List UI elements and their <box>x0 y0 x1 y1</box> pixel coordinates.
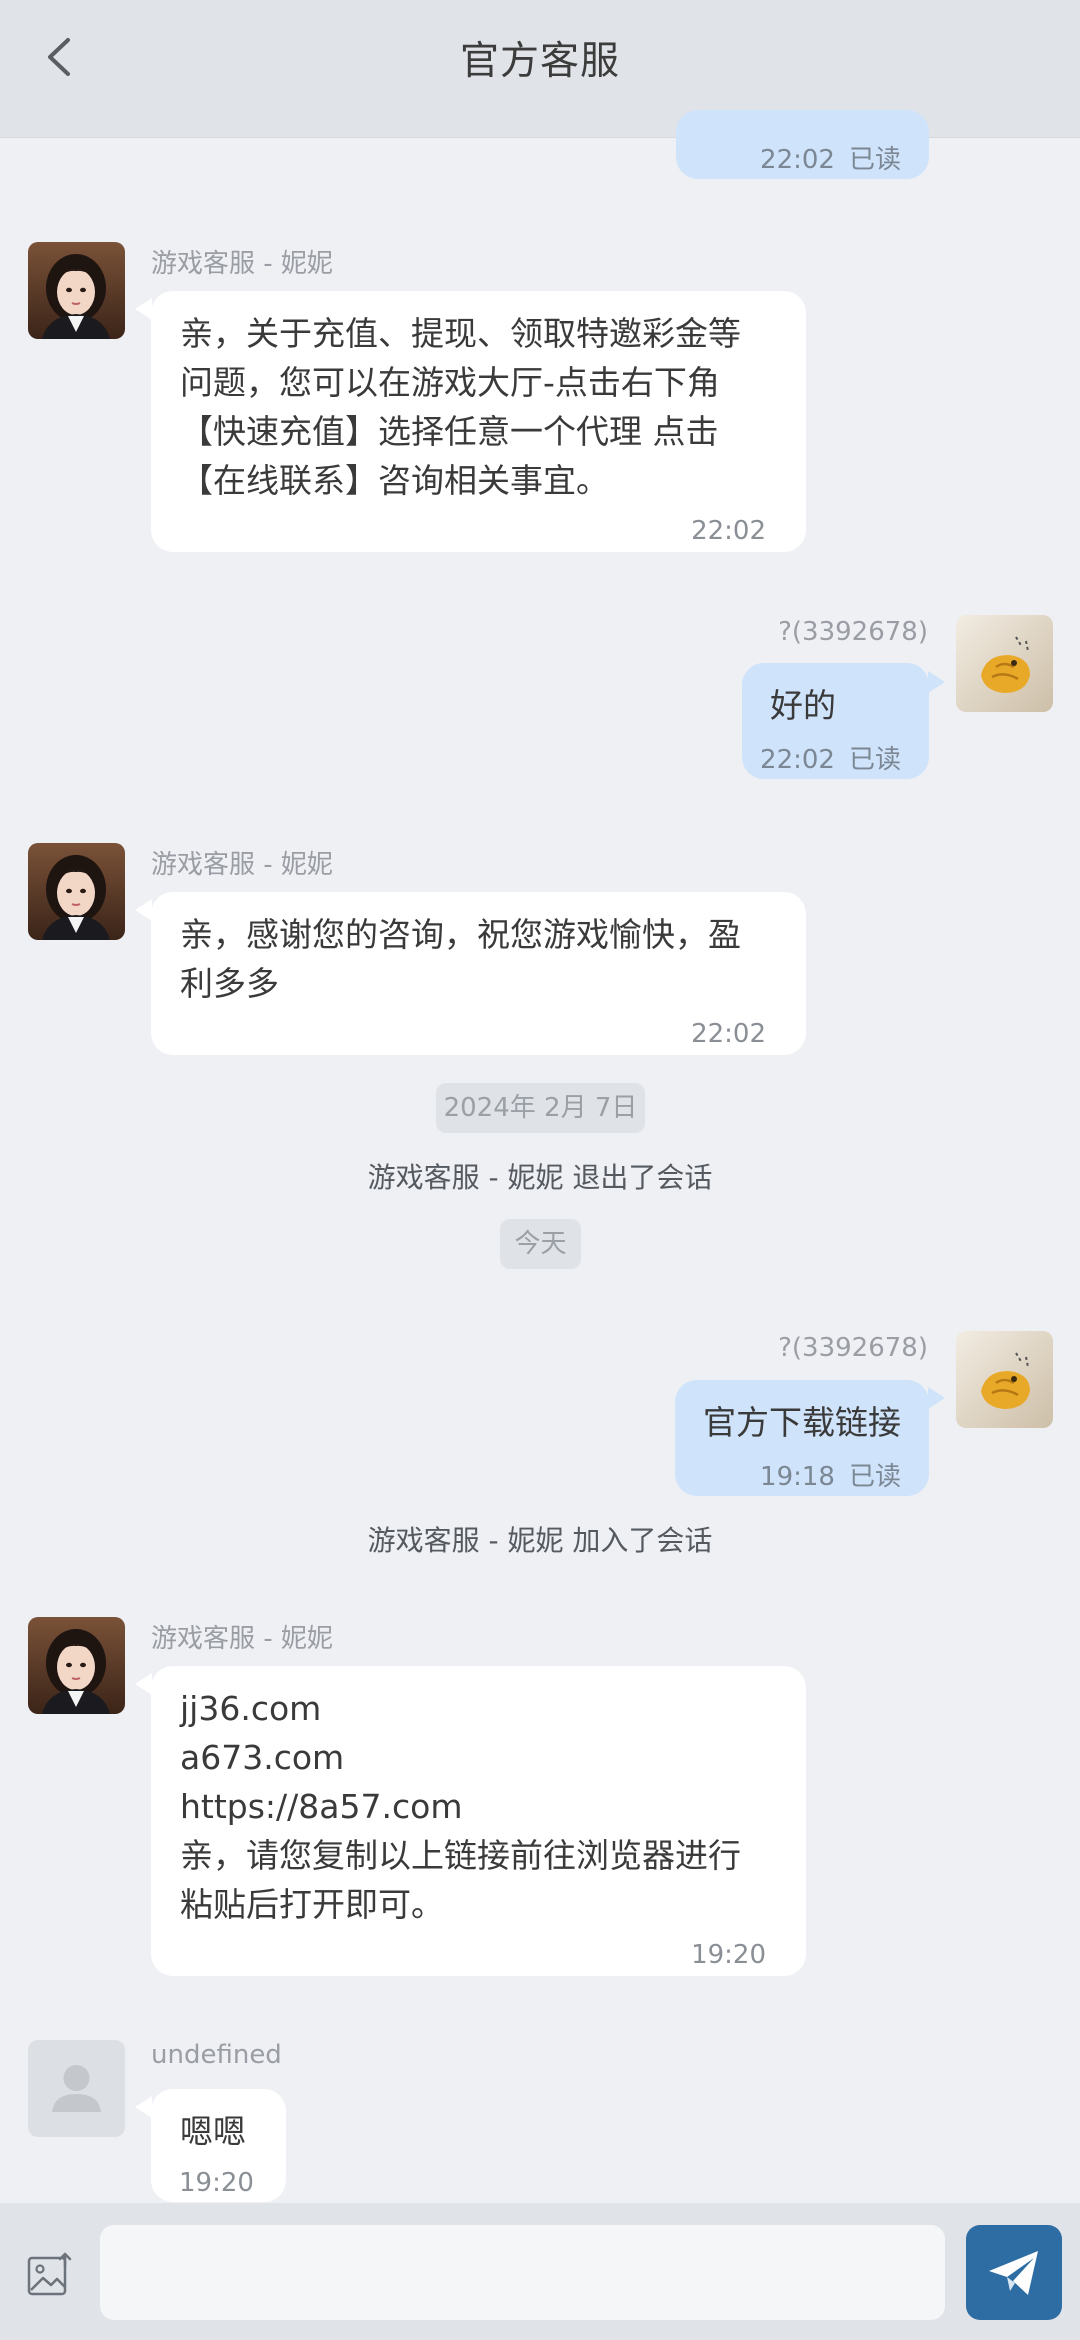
agent-avatar[interactable] <box>28 242 125 339</box>
bubble-tail <box>928 1387 945 1409</box>
message-time: 19:20 <box>179 2168 254 2198</box>
message-time: 22:02 <box>760 745 835 775</box>
message-time: 19:18 <box>760 1462 835 1492</box>
message-bubble-incoming[interactable]: 嗯嗯 19:20 <box>151 2089 286 2202</box>
image-upload-icon[interactable] <box>27 2252 73 2298</box>
message-bubble-incoming[interactable]: jj36.com a673.com https://8a57.com 亲，请您复… <box>151 1666 806 1976</box>
sender-name: 游戏客服 - 妮妮 <box>151 249 333 279</box>
message-line: jj36.com <box>180 1689 322 1728</box>
date-separator: 2024年 2月 7日 <box>436 1083 645 1133</box>
read-status: 已读 <box>848 145 901 175</box>
message-line: https://8a57.com <box>180 1787 463 1826</box>
agent-avatar[interactable] <box>28 1617 125 1714</box>
message-line: 亲，请您复制以上链接前往浏览器进行 <box>180 1836 741 1875</box>
sender-name: undefined <box>151 2040 282 2070</box>
read-status: 已读 <box>848 1462 901 1492</box>
message-text: 好的 <box>770 686 836 725</box>
message-bubble-incoming[interactable]: 亲，关于充值、提现、领取特邀彩金等 问题，您可以在游戏大厅-点击右下角 【快速充… <box>151 291 806 552</box>
bubble-tail <box>928 671 945 693</box>
message-input[interactable] <box>100 2225 945 2320</box>
message-bubble-incoming[interactable]: 亲，感谢您的咨询，祝您游戏愉快，盈 利多多 22:02 <box>151 892 806 1055</box>
paper-plane-icon <box>989 2251 1038 2295</box>
message-line: 亲，关于充值、提现、领取特邀彩金等 <box>180 314 741 353</box>
send-button[interactable] <box>966 2225 1062 2320</box>
bubble-tail <box>135 2096 152 2118</box>
default-avatar[interactable] <box>28 2040 125 2137</box>
message-bubble-outgoing[interactable]: 22:02 已读 <box>676 110 929 179</box>
bubble-tail <box>135 1673 152 1695</box>
read-status: 已读 <box>848 745 901 775</box>
message-line: 【在线联系】咨询相关事宜。 <box>180 461 609 500</box>
bubble-tail <box>135 899 152 921</box>
message-line: a673.com <box>180 1738 345 1777</box>
message-meta: 22:02 已读 <box>760 736 901 785</box>
message-time: 22:02 <box>760 145 835 175</box>
agent-avatar[interactable] <box>28 843 125 940</box>
message-text: 官方下载链接 <box>703 1403 901 1442</box>
message-line: 粘贴后打开即可。 <box>180 1885 444 1924</box>
user-avatar[interactable] <box>956 615 1053 712</box>
sender-name: ?(3392678) <box>778 1333 928 1363</box>
sender-name: 游戏客服 - 妮妮 <box>151 1624 333 1654</box>
system-message: 游戏客服 - 妮妮 加入了会话 <box>367 1524 713 1557</box>
message-bubble-outgoing[interactable]: 好的 22:02 已读 <box>742 663 929 779</box>
message-time: 19:20 <box>691 1940 766 1970</box>
user-avatar[interactable] <box>956 1331 1053 1428</box>
message-line: 亲，感谢您的咨询，祝您游戏愉快，盈 <box>180 915 741 954</box>
message-time: 22:02 <box>691 1019 766 1049</box>
message-line: 问题，您可以在游戏大厅-点击右下角 <box>180 363 720 402</box>
message-bubble-outgoing[interactable]: 官方下载链接 19:18 已读 <box>675 1380 929 1496</box>
message-line: 【快速充值】选择任意一个代理 点击 <box>180 412 719 451</box>
message-text: 嗯嗯 <box>180 2112 246 2151</box>
system-message: 游戏客服 - 妮妮 退出了会话 <box>367 1161 713 1194</box>
message-meta: 19:18 已读 <box>760 1453 901 1502</box>
message-meta: 22:02 已读 <box>760 136 901 185</box>
bubble-tail <box>135 298 152 320</box>
message-time: 22:02 <box>691 516 766 546</box>
sender-name: 游戏客服 - 妮妮 <box>151 850 333 880</box>
composer-bar <box>0 2203 1080 2340</box>
message-line: 利多多 <box>180 964 279 1003</box>
date-separator: 今天 <box>500 1219 581 1269</box>
page-title: 官方客服 <box>459 39 620 84</box>
sender-name: ?(3392678) <box>778 617 928 647</box>
